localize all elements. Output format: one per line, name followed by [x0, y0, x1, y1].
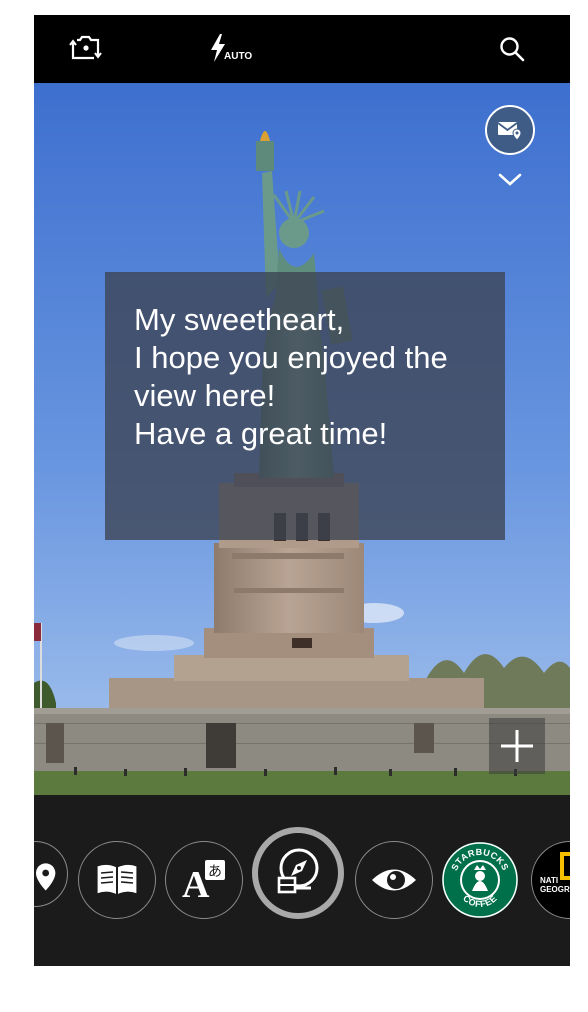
lens-starbucks[interactable]: STARBUCKS COFFEE: [441, 841, 519, 919]
collapse-button[interactable]: [495, 169, 525, 191]
lens-national-geographic[interactable]: NATI GEOGR: [531, 841, 570, 919]
location-pin-icon: [35, 863, 56, 891]
camera-viewfinder[interactable]: My sweetheart, I hope you enjoyed the vi…: [34, 83, 570, 795]
natgeo-line-1: NATI: [540, 876, 559, 885]
mail-location-button[interactable]: [485, 105, 535, 155]
chevron-down-icon: [498, 173, 522, 186]
starbucks-logo: STARBUCKS COFFEE: [442, 842, 518, 918]
message-overlay[interactable]: My sweetheart, I hope you enjoyed the vi…: [105, 272, 505, 540]
top-bar: AUTO: [34, 15, 570, 83]
message-line: I hope you enjoyed the: [134, 340, 448, 375]
flash-button[interactable]: AUTO: [202, 29, 262, 69]
lens-book[interactable]: [78, 841, 156, 919]
natgeo-line-2: GEOGR: [540, 885, 570, 894]
message-line: My sweetheart,: [134, 302, 345, 337]
translate-icon: A あ: [182, 860, 225, 903]
book-icon: [96, 863, 138, 896]
flash-mode-label: AUTO: [224, 51, 253, 62]
message-line: Have a great time!: [134, 416, 388, 451]
phone-screen: AUTO My sweetheart, I hope you enjoyed t…: [34, 15, 570, 966]
svg-text:あ: あ: [208, 864, 222, 880]
mail-location-icon: [497, 122, 522, 141]
search-button[interactable]: [492, 29, 532, 69]
lens-location[interactable]: [34, 841, 68, 907]
switch-camera-button[interactable]: [66, 29, 106, 69]
lens-carousel[interactable]: A あ STARBUCKS COFFEE NATI GEOGR: [34, 795, 570, 966]
compass-icon: [277, 848, 319, 894]
lens-eye[interactable]: [355, 841, 433, 919]
switch-camera-icon: [69, 35, 102, 60]
add-button[interactable]: [489, 718, 545, 774]
lens-compass[interactable]: [252, 827, 344, 919]
natgeo-label: NATI GEOGR: [540, 876, 570, 894]
plus-icon: [501, 730, 533, 762]
search-icon: [500, 37, 525, 62]
message-line: view here!: [134, 378, 276, 413]
lens-translate[interactable]: A あ: [165, 841, 243, 919]
eye-icon: [372, 869, 416, 891]
